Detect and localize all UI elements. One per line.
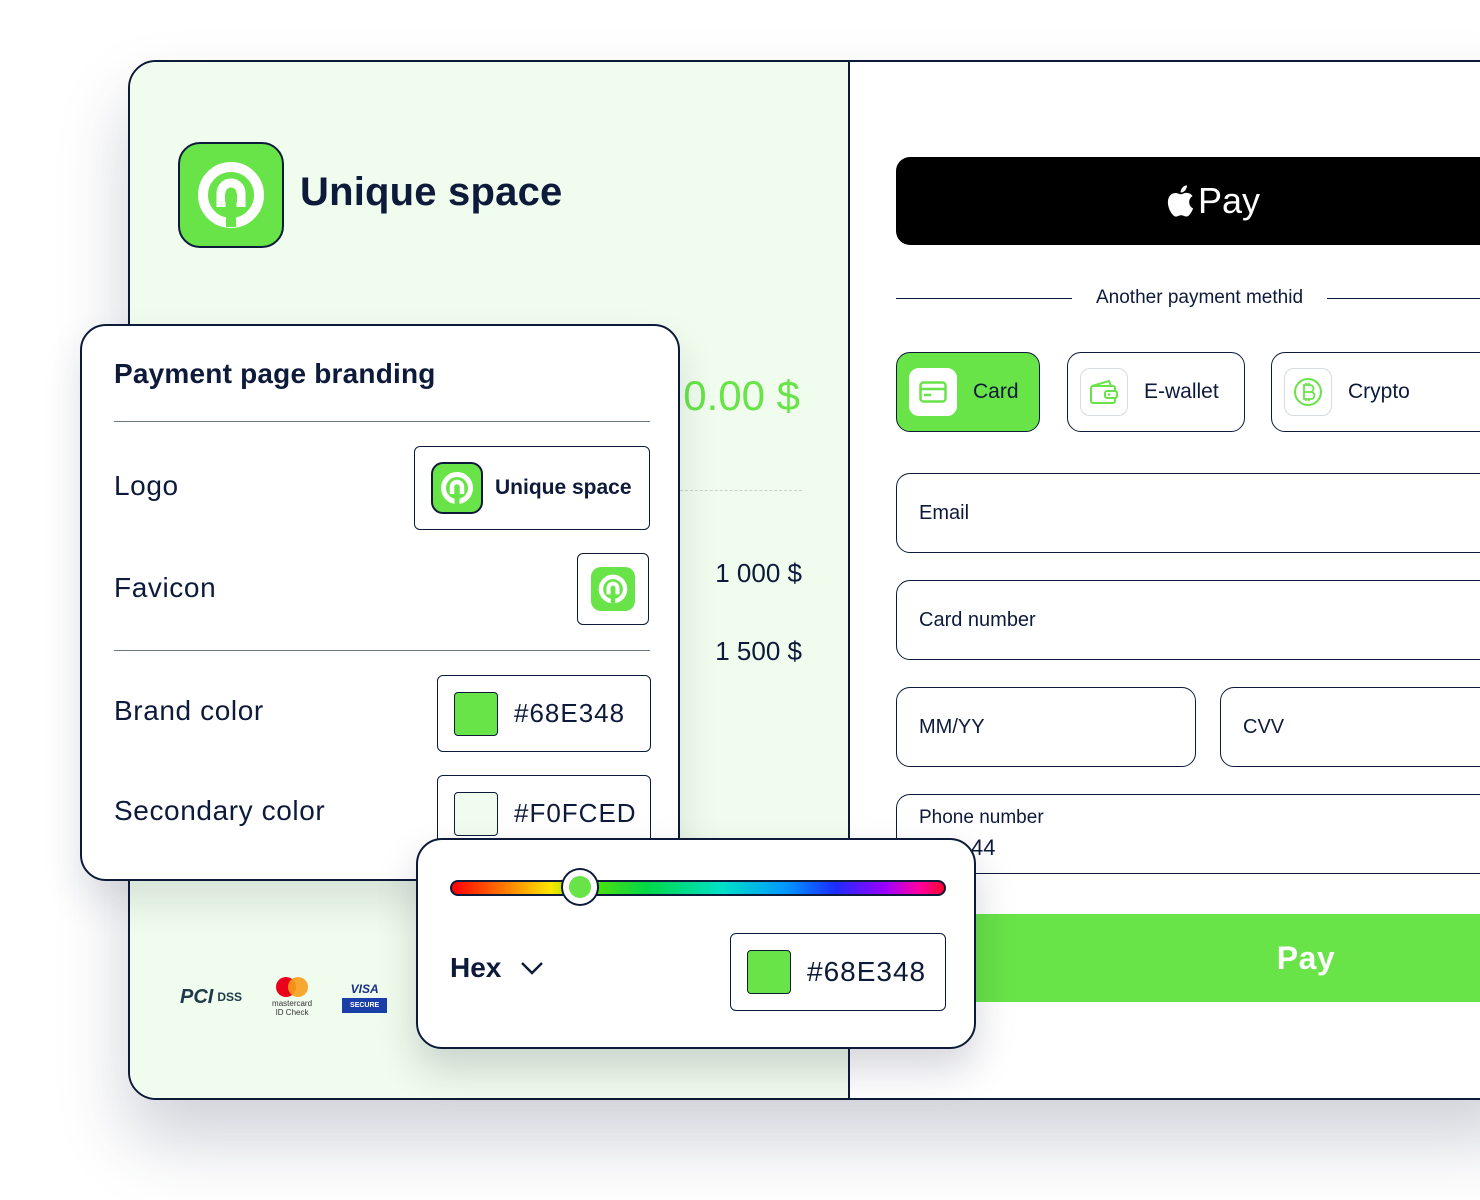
pci-text: PCI [180, 985, 214, 1008]
favicon-upload[interactable] [577, 553, 649, 625]
cvv-input[interactable] [1243, 715, 1480, 739]
line-item-amount: 1 000 $ [715, 558, 802, 588]
brand-color-label: Brand color [114, 695, 264, 726]
phone-field[interactable]: Phone number 44 [896, 794, 1480, 874]
branding-divider [114, 421, 650, 422]
mastercard-badge: mastercard ID Check [272, 977, 312, 1017]
divider-text: Another payment methid [1096, 287, 1304, 308]
hex-value-text: #68E348 [807, 956, 927, 987]
dss-text: DSS [217, 990, 243, 1004]
hue-slider-handle[interactable] [562, 870, 597, 904]
visa-text: VISA [350, 981, 379, 996]
expiry-input[interactable] [919, 715, 1195, 739]
logo-upload[interactable]: Unique space [414, 446, 650, 530]
secondary-color-label: Secondary color [114, 795, 326, 826]
secondary-color-swatch [454, 791, 498, 836]
picker-color-swatch [747, 950, 791, 994]
hex-value-input[interactable]: #68E348 [730, 933, 946, 1011]
line-item-amount: 1 500 $ [715, 636, 802, 666]
color-picker: Hex #68E348 [416, 838, 976, 1049]
color-format-select[interactable]: Hex [450, 952, 545, 984]
method-label: E-wallet [1144, 380, 1219, 403]
security-badges: PCI DSS mastercard ID Check VISA SECURE [180, 977, 388, 1017]
expiry-field[interactable] [896, 687, 1196, 767]
wallet-icon [1080, 368, 1128, 416]
order-total: 0.00 $ [683, 372, 800, 419]
cvv-field[interactable] [1220, 687, 1480, 767]
brand-color-input[interactable]: #68E348 [437, 675, 651, 752]
brand-logo-icon [431, 462, 483, 514]
email-field[interactable] [896, 473, 1480, 553]
alt-payment-divider: Another payment methid [896, 287, 1480, 309]
mastercard-logo-icon [276, 977, 309, 997]
branding-title: Payment page branding [114, 358, 436, 389]
phone-label: Phone number [919, 807, 1044, 828]
pay-button[interactable]: Pay [896, 914, 1480, 1002]
brand-name: Unique space [300, 170, 563, 214]
hue-slider[interactable] [450, 870, 946, 904]
chevron-down-icon [521, 962, 544, 975]
card-number-field[interactable] [896, 580, 1480, 660]
method-label: Crypto [1348, 380, 1410, 403]
brand-logo-icon [178, 142, 284, 248]
color-format-value: Hex [450, 952, 502, 983]
divider-line [896, 297, 1072, 299]
brand-color-swatch [454, 691, 498, 736]
card-icon [909, 368, 957, 416]
card-number-input[interactable] [919, 608, 1480, 632]
method-label: Card [973, 380, 1019, 403]
logo-preview-text: Unique space [495, 476, 632, 499]
apple-pay-button[interactable]: Pay [896, 157, 1480, 245]
bitcoin-icon [1284, 368, 1332, 416]
divider-line [1327, 297, 1480, 299]
branding-divider [114, 650, 650, 651]
method-card[interactable]: Card [896, 352, 1040, 432]
phone-value[interactable]: 44 [919, 835, 1480, 861]
mastercard-caption: mastercard ID Check [272, 999, 313, 1017]
apple-logo-icon [1167, 185, 1194, 217]
summary-divider [670, 490, 802, 491]
branding-panel: Payment page branding Logo Unique space … [80, 324, 680, 881]
favicon-label: Favicon [114, 572, 217, 603]
apple-pay-label: Pay [1198, 180, 1261, 221]
method-e-wallet[interactable]: E-wallet [1067, 352, 1245, 432]
secondary-color-value: #F0FCED [514, 798, 637, 828]
favicon-icon [591, 567, 635, 611]
brand-color-value: #68E348 [514, 698, 626, 728]
email-input[interactable] [919, 501, 1480, 525]
visa-secure-text: SECURE [342, 997, 388, 1013]
method-crypto[interactable]: Crypto [1271, 352, 1480, 432]
pci-dss-badge: PCI DSS [180, 986, 242, 1009]
logo-label: Logo [114, 470, 179, 501]
visa-secure-badge: VISA SECURE [342, 981, 388, 1013]
